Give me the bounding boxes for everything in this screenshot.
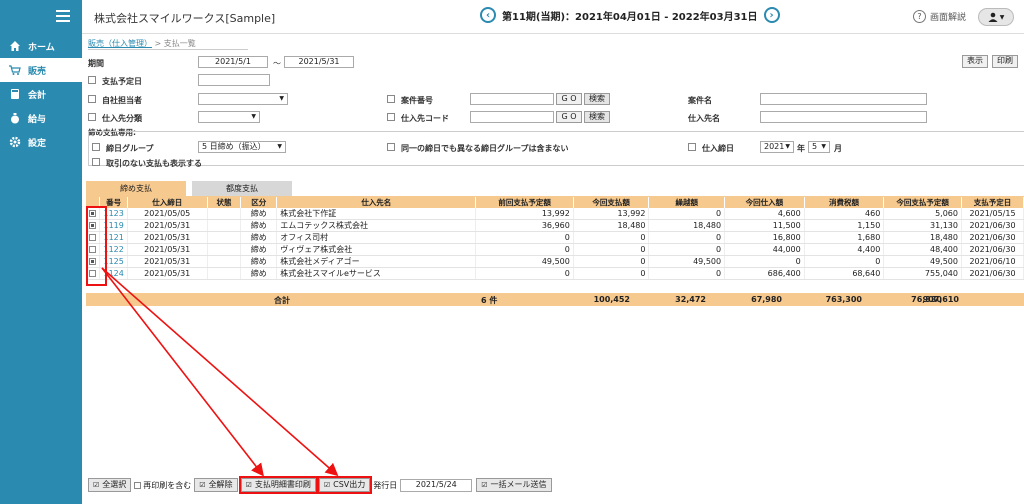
arrow-to-csv	[101, 267, 339, 477]
arrow-to-print	[101, 267, 264, 477]
annotation-arrows	[101, 267, 339, 477]
